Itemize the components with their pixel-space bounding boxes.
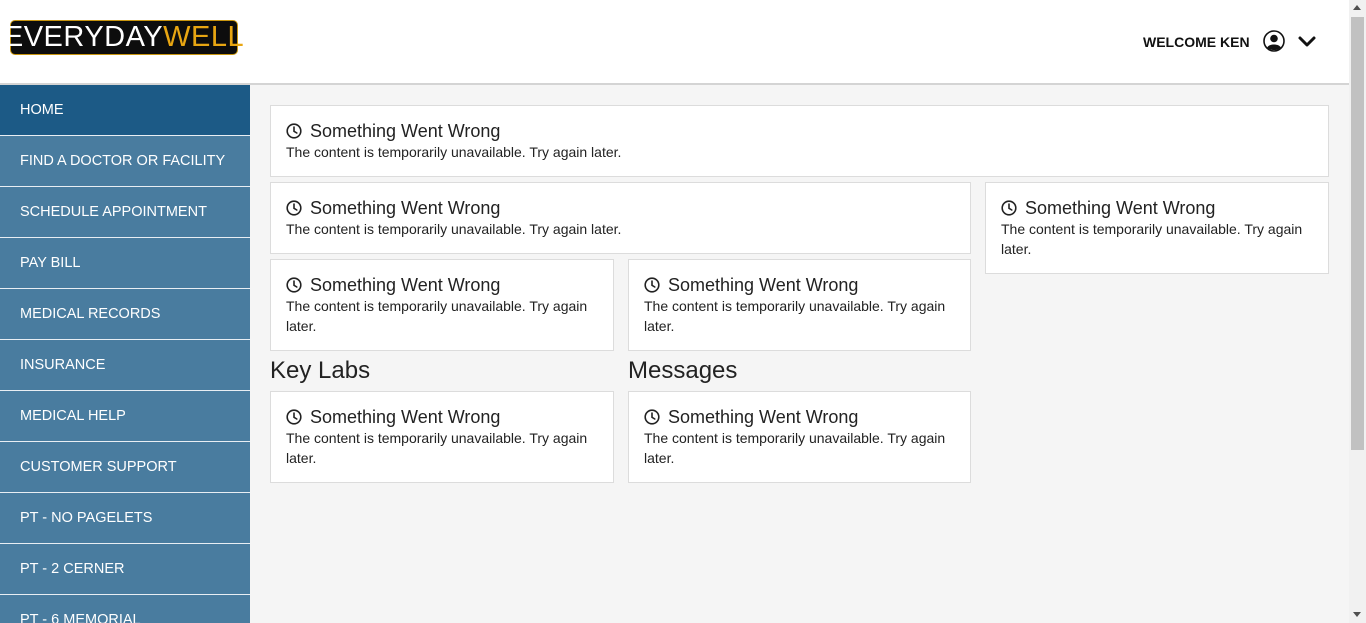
sidebar-item-label: MEDICAL RECORDS [20, 306, 161, 322]
card-message: The content is temporarily unavailable. … [286, 298, 588, 334]
clock-icon [286, 200, 302, 216]
card-title: Something Went Wrong [644, 274, 955, 296]
page-scrollbar[interactable] [1349, 0, 1366, 623]
logo-text-well: WELL [163, 21, 245, 53]
sidebar-item-label: SCHEDULE APPOINTMENT [20, 204, 207, 220]
card-title: Something Went Wrong [286, 406, 598, 428]
clock-icon [644, 277, 660, 293]
error-card-key-labs: Something Went Wrong The content is temp… [270, 391, 614, 483]
error-card-wide: Something Went Wrong The content is temp… [270, 182, 971, 254]
clock-icon [286, 123, 302, 139]
top-header: EVERYDAY WELL WELCOME KEN [0, 0, 1349, 85]
card-title-text: Something Went Wrong [668, 275, 859, 295]
card-title-text: Something Went Wrong [310, 121, 501, 141]
sidebar-item-customer-support[interactable]: CUSTOMER SUPPORT [0, 442, 250, 493]
error-card-middle: Something Went Wrong The content is temp… [628, 259, 971, 351]
card-title: Something Went Wrong [644, 406, 955, 428]
logo-text-everyday: EVERYDAY [3, 21, 164, 53]
card-title-text: Something Went Wrong [668, 407, 859, 427]
sidebar-item-medical-records[interactable]: MEDICAL RECORDS [0, 289, 250, 340]
card-message: The content is temporarily unavailable. … [644, 430, 946, 466]
error-card-right: Something Went Wrong The content is temp… [985, 182, 1329, 274]
sidebar-item-medical-help[interactable]: MEDICAL HELP [0, 391, 250, 442]
sidebar-item-pt-6-memorial[interactable]: PT - 6 MEMORIAL [0, 595, 250, 623]
clock-icon [286, 409, 302, 425]
scroll-up-arrow-icon[interactable] [1353, 5, 1361, 10]
error-card-full-width: Something Went Wrong The content is temp… [270, 105, 1329, 177]
everydaywell-logo[interactable]: EVERYDAY WELL [4, 20, 244, 55]
sidebar-item-label: HOME [20, 102, 64, 118]
sidebar-item-label: MEDICAL HELP [20, 408, 126, 424]
sidebar-item-label: PAY BILL [20, 255, 81, 271]
scroll-down-arrow-icon[interactable] [1353, 612, 1361, 617]
clock-icon [286, 277, 302, 293]
card-message: The content is temporarily unavailable. … [286, 430, 588, 466]
sidebar-item-schedule-appointment[interactable]: SCHEDULE APPOINTMENT [0, 187, 250, 238]
user-circle-icon[interactable] [1263, 30, 1285, 52]
error-card-messages: Something Went Wrong The content is temp… [628, 391, 971, 483]
sidebar-nav: HOME FIND A DOCTOR OR FACILITY SCHEDULE … [0, 85, 250, 623]
sidebar-item-label: INSURANCE [20, 357, 106, 373]
sidebar-item-insurance[interactable]: INSURANCE [0, 340, 250, 391]
card-title: Something Went Wrong [1001, 197, 1313, 219]
sidebar-item-pt-no-pagelets[interactable]: PT - NO PAGELETS [0, 493, 250, 544]
welcome-text: WELCOME KEN [1143, 34, 1250, 50]
card-title-text: Something Went Wrong [1025, 198, 1216, 218]
sidebar-item-label: CUSTOMER SUPPORT [20, 459, 177, 475]
chevron-down-icon[interactable] [1297, 34, 1317, 50]
card-title-text: Something Went Wrong [310, 275, 501, 295]
sidebar-item-pt-2-cerner[interactable]: PT - 2 CERNER [0, 544, 250, 595]
card-title: Something Went Wrong [286, 274, 598, 296]
section-title-key-labs: Key Labs [270, 357, 371, 384]
section-title-messages: Messages [628, 357, 738, 384]
sidebar-item-find-doctor[interactable]: FIND A DOCTOR OR FACILITY [0, 136, 250, 187]
sidebar-item-label: PT - NO PAGELETS [20, 510, 153, 526]
sidebar-item-label: FIND A DOCTOR OR FACILITY [20, 153, 226, 169]
clock-icon [644, 409, 660, 425]
card-message: The content is temporarily unavailable. … [1001, 221, 1303, 257]
clock-icon [1001, 200, 1017, 216]
sidebar-item-label: PT - 2 CERNER [20, 561, 125, 577]
sidebar-item-home[interactable]: HOME [0, 85, 250, 136]
scrollbar-thumb[interactable] [1351, 17, 1364, 450]
error-card-left: Something Went Wrong The content is temp… [270, 259, 614, 351]
card-message: The content is temporarily unavailable. … [644, 298, 946, 334]
sidebar-item-label: PT - 6 MEMORIAL [20, 612, 141, 623]
card-title: Something Went Wrong [286, 197, 955, 219]
card-title-text: Something Went Wrong [310, 407, 501, 427]
card-title-text: Something Went Wrong [310, 198, 501, 218]
card-message: The content is temporarily unavailable. … [286, 221, 622, 237]
card-message: The content is temporarily unavailable. … [286, 144, 622, 160]
sidebar-item-pay-bill[interactable]: PAY BILL [0, 238, 250, 289]
card-title: Something Went Wrong [286, 120, 1313, 142]
